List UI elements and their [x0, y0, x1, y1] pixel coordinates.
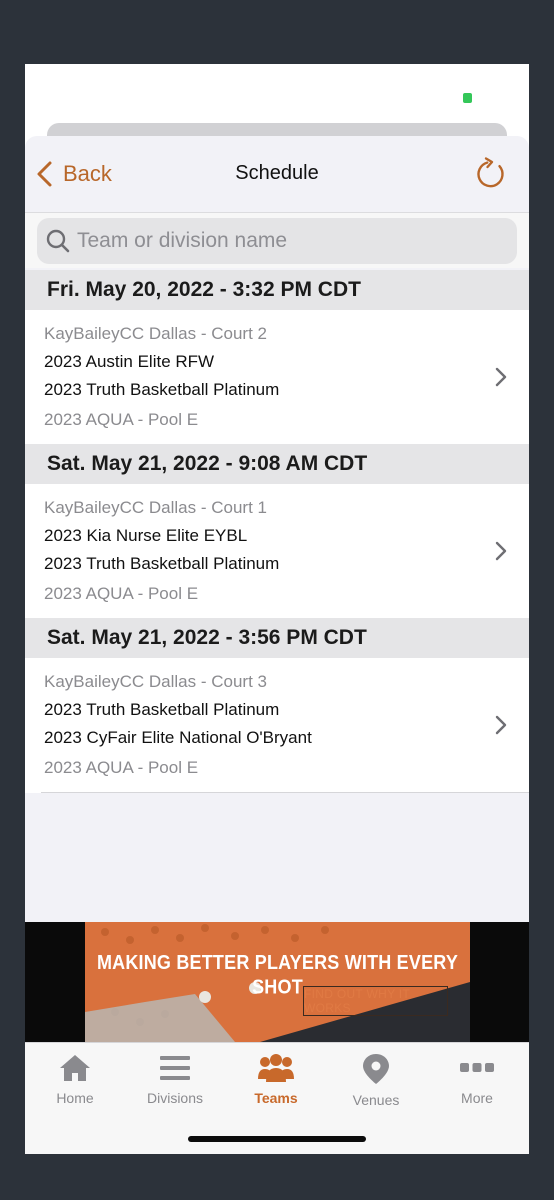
tab-label: Divisions: [146, 1090, 203, 1106]
navigation-bar: Back Schedule: [25, 136, 529, 213]
game-division: 2023 AQUA - Pool E: [44, 584, 199, 603]
game-row[interactable]: KayBaileyCC Dallas - Court 1 2023 Kia Nu…: [25, 484, 529, 618]
list-icon: [160, 1056, 190, 1080]
game-row[interactable]: KayBaileyCC Dallas - Court 2 2023 Austin…: [25, 310, 529, 444]
schedule-list: Fri. May 20, 2022 - 3:32 PM CDT KayBaile…: [25, 270, 529, 793]
teams-icon: [258, 1054, 294, 1082]
tab-divisions[interactable]: Divisions: [125, 1053, 225, 1106]
tab-more[interactable]: More: [427, 1053, 527, 1106]
game-venue: KayBaileyCC Dallas - Court 3: [44, 672, 267, 691]
location-pin-icon: [363, 1054, 389, 1084]
tab-label: Teams: [254, 1090, 298, 1106]
tab-venues[interactable]: Venues: [326, 1053, 426, 1108]
game-team-1: 2023 Truth Basketball Platinum: [44, 700, 280, 719]
search-icon: [46, 229, 70, 253]
back-label: Back: [63, 161, 112, 186]
game-team-2: 2023 Truth Basketball Platinum: [44, 554, 280, 573]
status-bar: [25, 64, 529, 124]
game-team-2: 2023 Truth Basketball Platinum: [44, 380, 280, 399]
battery-indicator: [463, 93, 472, 103]
section-header-date: Sat. May 21, 2022 - 3:56 PM CDT: [25, 618, 529, 658]
game-division: 2023 AQUA - Pool E: [44, 758, 199, 777]
game-venue: KayBaileyCC Dallas - Court 1: [44, 498, 267, 517]
search-bar: [25, 213, 529, 268]
game-team-2: 2023 CyFair Elite National O'Bryant: [44, 728, 312, 747]
ad-banner[interactable]: MAKING BETTER PLAYERS WITH EVERY SHOT FI…: [25, 922, 529, 1042]
chevron-left-icon: [37, 161, 52, 187]
tab-label: Venues: [352, 1092, 400, 1108]
chevron-right-icon: [495, 367, 507, 387]
section-header-date: Fri. May 20, 2022 - 3:32 PM CDT: [25, 270, 529, 310]
ad-cta-button[interactable]: FIND OUT WHY IT WORKS: [303, 986, 448, 1016]
tab-label: More: [461, 1090, 493, 1106]
game-team-1: 2023 Austin Elite RFW: [44, 352, 215, 371]
game-division: 2023 AQUA - Pool E: [44, 410, 199, 429]
chevron-right-icon: [495, 541, 507, 561]
section-header-date: Sat. May 21, 2022 - 9:08 AM CDT: [25, 444, 529, 484]
refresh-icon[interactable]: [473, 156, 509, 192]
more-dots-icon: [460, 1063, 494, 1072]
search-box[interactable]: [37, 218, 517, 264]
tab-teams[interactable]: Teams: [226, 1053, 326, 1106]
phone-screen: Back Schedule Fri. May 20, 2022 - 3:32 P…: [25, 64, 529, 1154]
tab-label: Home: [56, 1090, 94, 1106]
game-team-1: 2023 Kia Nurse Elite EYBL: [44, 526, 248, 545]
list-divider: [41, 792, 529, 793]
back-button[interactable]: Back: [35, 158, 112, 190]
tab-home[interactable]: Home: [25, 1053, 125, 1106]
game-venue: KayBaileyCC Dallas - Court 2: [44, 324, 267, 343]
search-input[interactable]: [77, 229, 517, 253]
home-indicator: [188, 1136, 366, 1142]
schedule-sheet: Back Schedule Fri. May 20, 2022 - 3:32 P…: [25, 136, 529, 1042]
home-icon: [60, 1055, 90, 1081]
chevron-right-icon: [495, 715, 507, 735]
game-row[interactable]: KayBaileyCC Dallas - Court 3 2023 Truth …: [25, 658, 529, 792]
